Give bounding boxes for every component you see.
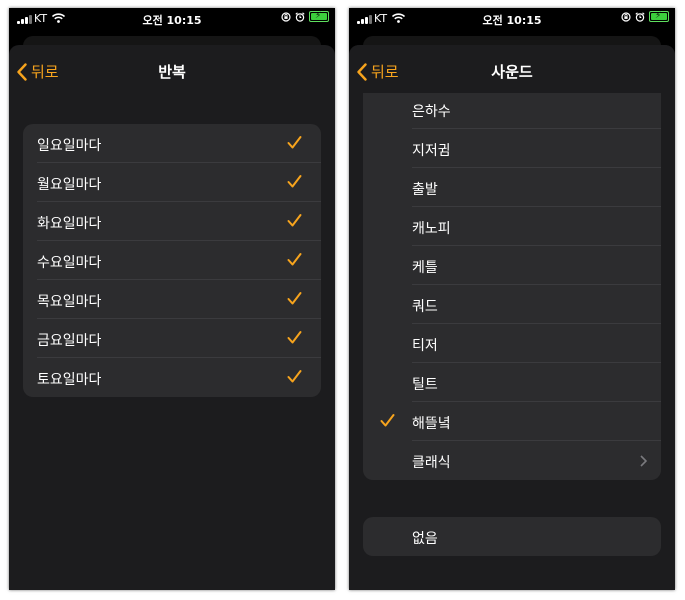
repeat-day-row[interactable]: 일요일마다 <box>23 124 321 163</box>
sound-option-row[interactable]: 티저 <box>363 324 661 363</box>
sound-classic-row-label: 클래식 <box>412 455 451 471</box>
checkmark-icon <box>380 414 395 427</box>
navigation-bar: 뒤로 사운드 <box>349 45 675 93</box>
sound-none-row[interactable]: 없음 <box>363 517 661 556</box>
sound-none-label: 없음 <box>412 531 438 547</box>
sound-option-row-label: 쿼드 <box>412 299 438 315</box>
checkmark-icon <box>287 136 302 149</box>
orientation-lock-icon <box>621 11 631 22</box>
repeat-day-row-label: 화요일마다 <box>37 216 102 232</box>
sound-option-row-label: 케틀 <box>412 260 438 276</box>
repeat-day-row[interactable]: 수요일마다 <box>23 241 321 280</box>
sound-option-row[interactable]: 틸트 <box>363 363 661 402</box>
orientation-lock-icon <box>281 11 291 22</box>
chevron-right-icon <box>640 455 647 467</box>
sound-classic-row[interactable]: 클래식 <box>363 441 661 480</box>
checkmark-icon <box>287 214 302 227</box>
repeat-day-row-label: 월요일마다 <box>37 177 102 193</box>
sound-option-row-label: 티저 <box>412 338 438 354</box>
sound-option-row-label: 지저귐 <box>412 143 451 159</box>
repeat-day-row-label: 수요일마다 <box>37 255 102 271</box>
repeat-day-row[interactable]: 월요일마다 <box>23 163 321 202</box>
checkmark-icon <box>287 253 302 266</box>
repeat-day-row-label: 목요일마다 <box>37 294 102 310</box>
sound-option-row[interactable]: 해뜰녘 <box>363 402 661 441</box>
page-title: 반복 <box>158 63 186 81</box>
none-group: 없음 <box>363 517 661 556</box>
sound-option-row[interactable]: 출발 <box>363 168 661 207</box>
checkmark-icon <box>287 331 302 344</box>
repeat-day-row[interactable]: 목요일마다 <box>23 280 321 319</box>
sound-screen: KT 오전 10:15 ⚡ 은하수지저귐출발캐노피케틀쿼드티저틸트해뜰녘클래식 <box>349 8 675 590</box>
repeat-day-row[interactable]: 금요일마다 <box>23 319 321 358</box>
battery-icon: ⚡ <box>649 11 669 22</box>
repeat-day-row-label: 금요일마다 <box>37 333 102 349</box>
sound-option-row[interactable]: 케틀 <box>363 246 661 285</box>
sound-option-row-label: 캐노피 <box>412 221 451 237</box>
battery-icon: ⚡ <box>309 11 329 22</box>
sound-option-row[interactable]: 캐노피 <box>363 207 661 246</box>
checkmark-icon <box>287 292 302 305</box>
sound-option-row-label: 해뜰녘 <box>412 416 451 432</box>
repeat-day-row-label: 토요일마다 <box>37 372 102 388</box>
sound-sheet: 은하수지저귐출발캐노피케틀쿼드티저틸트해뜰녘클래식 뒤로 사운드 없음 <box>349 45 675 590</box>
alarm-icon <box>295 11 305 22</box>
repeat-sheet: 뒤로 반복 일요일마다 월요일마다 화요일마다 수요일마다 목요일마다 금요일마다 토요일마… <box>9 45 335 590</box>
status-bar: KT 오전 10:15 ⚡ <box>349 8 675 30</box>
repeat-screen: KT 오전 10:15 ⚡ 뒤로 반복 일요일마다 월요일마다 화요일마다 수요… <box>9 8 335 590</box>
repeat-day-row[interactable]: 토요일마다 <box>23 358 321 397</box>
status-bar: KT 오전 10:15 ⚡ <box>9 8 335 30</box>
sound-option-row-label: 틸트 <box>412 377 438 393</box>
checkmark-icon <box>287 370 302 383</box>
sound-option-row[interactable]: 쿼드 <box>363 285 661 324</box>
page-title: 사운드 <box>491 63 533 81</box>
repeat-day-row[interactable]: 화요일마다 <box>23 202 321 241</box>
sound-list: 은하수지저귐출발캐노피케틀쿼드티저틸트해뜰녘클래식 <box>363 58 661 480</box>
sound-option-row-label: 은하수 <box>412 104 451 120</box>
repeat-day-row-label: 일요일마다 <box>37 138 102 154</box>
sound-option-row-label: 출발 <box>412 182 438 198</box>
alarm-icon <box>635 11 645 22</box>
sound-option-row[interactable]: 은하수 <box>363 90 661 129</box>
checkmark-icon <box>287 175 302 188</box>
repeat-day-list: 일요일마다월요일마다화요일마다수요일마다목요일마다금요일마다토요일마다 <box>23 124 321 397</box>
sound-option-row[interactable]: 지저귐 <box>363 129 661 168</box>
